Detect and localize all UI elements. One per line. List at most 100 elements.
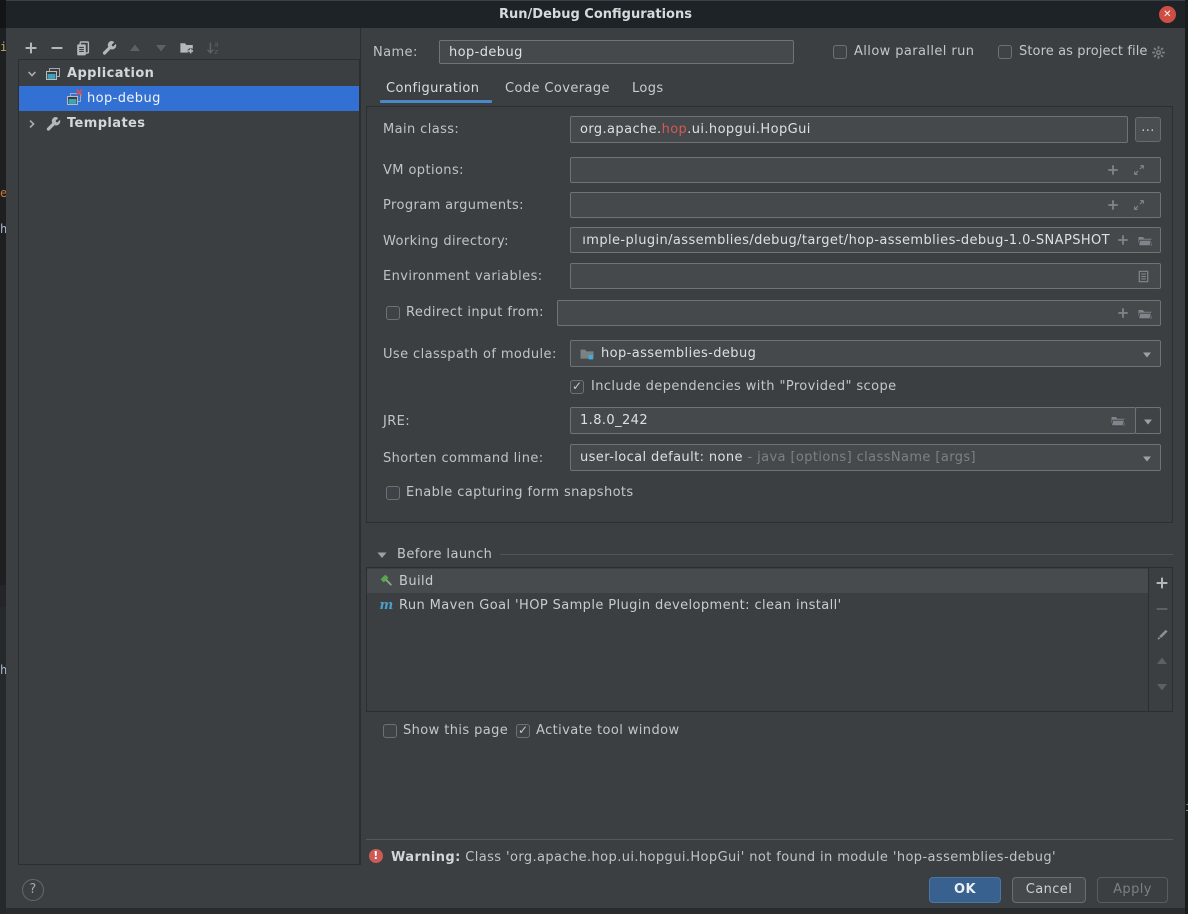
dialog-title: Run/Debug Configurations	[6, 1, 1185, 28]
browse-variables-icon[interactable]	[1136, 269, 1151, 284]
sort-configurations-icon[interactable]	[205, 40, 221, 56]
browse-folder-icon[interactable]	[1137, 233, 1153, 249]
include-provided-label: Include dependencies with "Provided" sco…	[591, 379, 897, 394]
tree-label-hop-debug: hop-debug	[87, 91, 161, 106]
vm-options-label: VM options:	[383, 163, 464, 178]
close-icon[interactable]: ✕	[1159, 6, 1176, 23]
add-macro-icon[interactable]	[1106, 198, 1120, 212]
environment-variables-label: Environment variables:	[383, 269, 543, 284]
dropdown-arrow-icon[interactable]	[1142, 454, 1152, 464]
program-arguments-input[interactable]	[570, 192, 1161, 218]
panel-separator	[360, 28, 361, 865]
warning-message: Warning: Class 'org.apache.hop.ui.hopgui…	[391, 850, 1056, 865]
program-arguments-label: Program arguments:	[383, 198, 524, 213]
browse-folder-icon[interactable]	[1137, 306, 1153, 322]
browse-jre-folder-icon[interactable]	[1110, 413, 1126, 429]
browse-main-class-button[interactable]: ...	[1135, 117, 1161, 142]
add-configuration-icon[interactable]	[23, 40, 39, 56]
cancel-button[interactable]: Cancel	[1012, 877, 1086, 903]
maven-task-label: Run Maven Goal 'HOP Sample Plugin develo…	[399, 598, 842, 613]
expand-field-icon[interactable]	[1132, 163, 1146, 177]
checkbox-icon[interactable]	[383, 724, 397, 738]
add-task-icon[interactable]	[1154, 575, 1170, 591]
svg-text:m: m	[380, 598, 394, 613]
chevron-down-icon[interactable]	[26, 68, 38, 80]
invalid-badge-icon	[75, 88, 83, 96]
before-launch-separator	[500, 554, 1173, 555]
working-directory-value: ımple-plugin/assemblies/debug/target/hop…	[580, 228, 1110, 252]
checkbox-checked-icon[interactable]	[570, 380, 584, 394]
jre-value: 1.8.0_242	[580, 408, 1127, 433]
use-classpath-combobox[interactable]: hop-assemblies-debug	[570, 340, 1161, 367]
templates-icon	[45, 116, 61, 132]
move-task-up-icon[interactable]	[1154, 653, 1170, 669]
screen: i e h h i Run/Debug Configurations ✕ App…	[0, 0, 1188, 914]
enable-snapshots-label: Enable capturing form snapshots	[406, 485, 634, 500]
error-highlight: hop	[662, 122, 688, 137]
chevron-right-icon[interactable]	[26, 118, 38, 130]
dropdown-arrow-icon[interactable]	[1142, 350, 1152, 360]
warning-icon: !	[369, 849, 383, 863]
working-directory-label: Working directory:	[383, 234, 509, 249]
add-macro-icon[interactable]	[1116, 306, 1130, 320]
tab-code-coverage[interactable]: Code Coverage	[505, 81, 610, 96]
move-up-icon[interactable]	[127, 40, 143, 56]
tree-item-application[interactable]: Application	[19, 61, 359, 86]
gear-icon[interactable]	[1151, 45, 1166, 60]
main-class-input[interactable]: org.apache.hop.ui.hopgui.HopGui	[570, 116, 1128, 143]
redirect-input-field[interactable]	[557, 300, 1161, 326]
add-macro-icon[interactable]	[1116, 233, 1130, 247]
shorten-command-line-combobox[interactable]: user-local default: none - java [options…	[570, 444, 1161, 471]
application-icon	[45, 66, 61, 82]
collapse-arrow-icon[interactable]	[377, 550, 387, 560]
ok-button[interactable]: OK	[929, 877, 1001, 903]
new-folder-icon[interactable]	[179, 40, 195, 56]
move-task-down-icon[interactable]	[1154, 679, 1170, 695]
show-this-page-label: Show this page	[403, 723, 508, 738]
edit-defaults-icon[interactable]	[101, 40, 117, 56]
checkbox-checked-icon[interactable]	[516, 724, 530, 738]
tree-item-templates[interactable]: Templates	[19, 111, 359, 136]
copy-configuration-icon[interactable]	[75, 40, 91, 56]
before-launch-title: Before launch	[397, 547, 492, 562]
list-toolbar-separator	[1148, 568, 1149, 711]
checkbox-icon[interactable]	[833, 45, 847, 59]
use-classpath-value: hop-assemblies-debug	[601, 341, 1152, 366]
tab-logs[interactable]: Logs	[632, 81, 664, 96]
ide-background-bottom	[6, 908, 1185, 914]
list-item-build[interactable]: Build	[367, 569, 1148, 593]
warning-text: Class 'org.apache.hop.ui.hopgui.HopGui' …	[465, 850, 1056, 865]
vm-options-input[interactable]	[570, 157, 1161, 183]
tree-label-templates: Templates	[67, 116, 145, 131]
dropdown-arrow-icon	[1143, 417, 1153, 427]
jre-combobox[interactable]: 1.8.0_242	[570, 407, 1136, 434]
edit-task-icon[interactable]	[1154, 627, 1170, 643]
list-item-maven-goal[interactable]: m Run Maven Goal 'HOP Sample Plugin deve…	[367, 593, 1148, 617]
working-directory-input[interactable]: ımple-plugin/assemblies/debug/target/hop…	[570, 227, 1161, 253]
module-icon	[579, 346, 595, 362]
apply-button[interactable]: Apply	[1097, 877, 1168, 903]
hop-debug-config-icon	[66, 91, 82, 107]
activate-tool-window-label: Activate tool window	[536, 723, 679, 738]
tab-configuration[interactable]: Configuration	[386, 81, 479, 96]
move-down-icon[interactable]	[153, 40, 169, 56]
checkbox-icon[interactable]	[386, 306, 400, 320]
checkbox-icon[interactable]	[386, 486, 400, 500]
redirect-input-label: Redirect input from:	[406, 305, 544, 320]
name-input[interactable]: hop-debug	[439, 40, 794, 64]
help-button[interactable]: ?	[22, 879, 44, 901]
jre-dropdown-button[interactable]	[1135, 407, 1161, 434]
configurations-tree: Application hop-debug Templates	[18, 59, 360, 865]
dialog-titlebar[interactable]: Run/Debug Configurations ✕	[6, 0, 1185, 28]
store-as-project-file-label: Store as project file	[1019, 44, 1148, 59]
remove-task-icon[interactable]	[1154, 601, 1170, 617]
shorten-command-line-value: user-local default: none - java [options…	[580, 445, 1152, 470]
tree-item-hop-debug[interactable]: hop-debug	[19, 86, 359, 111]
main-class-value: org.apache.hop.ui.hopgui.HopGui	[580, 117, 1119, 142]
remove-configuration-icon[interactable]	[49, 40, 65, 56]
active-tab-underline	[380, 100, 492, 103]
add-macro-icon[interactable]	[1106, 163, 1120, 177]
checkbox-icon[interactable]	[998, 45, 1012, 59]
environment-variables-input[interactable]	[570, 263, 1161, 289]
expand-field-icon[interactable]	[1132, 198, 1146, 212]
